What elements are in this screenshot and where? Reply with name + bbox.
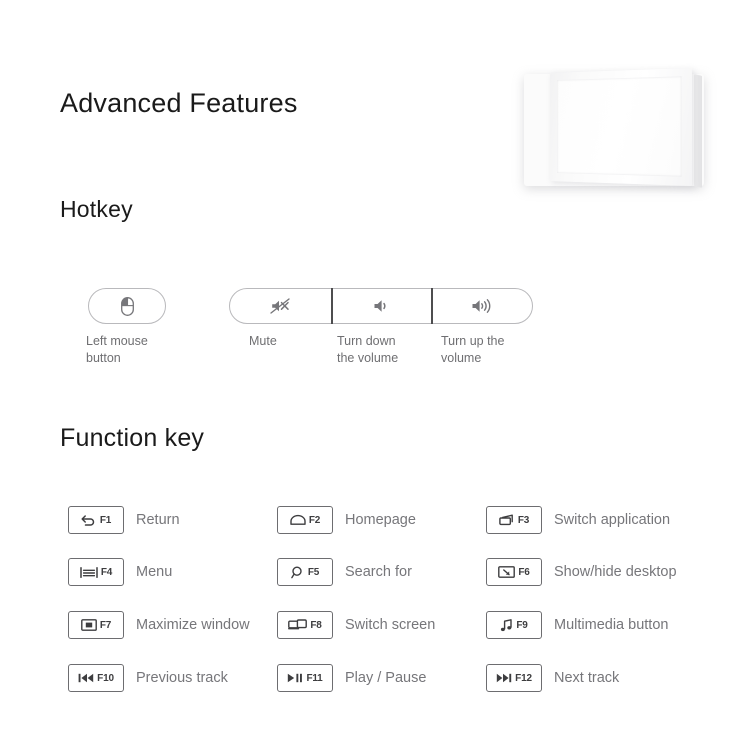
key-f1[interactable]: F1: [68, 506, 124, 534]
volume-down-icon: [371, 297, 391, 315]
function-key-item-f3[interactable]: F3 Switch application: [486, 506, 670, 534]
key-f9[interactable]: F9: [486, 611, 542, 639]
play-pause-icon: [287, 671, 303, 685]
function-key-section-heading: Function key: [60, 424, 205, 452]
key-f7-label: F7: [99, 619, 112, 631]
key-f12-label: F12: [515, 672, 532, 684]
function-key-f5-description: Search for: [345, 564, 412, 580]
function-key-item-f8[interactable]: F8 Switch screen: [277, 611, 435, 639]
function-key-f10-description: Previous track: [136, 670, 228, 686]
key-f5[interactable]: F5: [277, 558, 333, 586]
key-f12[interactable]: F12: [486, 664, 542, 692]
key-f2-label: F2: [308, 514, 321, 526]
page-title: Advanced Features: [60, 88, 298, 118]
hotkey-row: Left mouse button Mute Turn down the vol…: [0, 288, 750, 388]
switch-application-icon: [499, 513, 515, 527]
previous-track-icon: [78, 671, 94, 685]
function-key-f6-description: Show/hide desktop: [554, 564, 677, 580]
label-line-1: Turn up the: [441, 334, 505, 348]
key-f7[interactable]: F7: [68, 611, 124, 639]
key-f1-label: F1: [99, 514, 112, 526]
search-icon: [291, 565, 305, 579]
return-arrow-icon: [81, 513, 97, 527]
label-line-2: volume: [441, 351, 482, 365]
function-key-item-f7[interactable]: F7 Maximize window: [68, 611, 250, 639]
menu-icon: [80, 565, 98, 579]
key-f11[interactable]: F11: [277, 664, 333, 692]
key-f4[interactable]: F4: [68, 558, 124, 586]
home-icon: [290, 513, 306, 527]
key-f8-label: F8: [310, 619, 322, 631]
key-f3[interactable]: F3: [486, 506, 542, 534]
function-key-f9-description: Multimedia button: [554, 617, 669, 633]
function-key-f4-description: Menu: [136, 564, 173, 580]
hotkey-section-heading: Hotkey: [60, 196, 133, 222]
music-note-icon: [500, 618, 513, 632]
function-key-f11-description: Play / Pause: [345, 670, 427, 686]
function-key-item-f2[interactable]: F2 Homepage: [277, 506, 416, 534]
label-line-2: the volume: [337, 351, 399, 365]
volume-down-label: Turn down the volume: [337, 333, 433, 367]
volume-mute-icon: [269, 297, 291, 315]
product-image: [516, 62, 712, 194]
mute-label: Mute: [249, 333, 339, 350]
key-f10-label: F10: [97, 672, 114, 684]
left-mouse-button-label: Left mouse button: [86, 333, 186, 367]
function-key-f2-description: Homepage: [345, 512, 416, 528]
product-side-edge: [694, 74, 702, 188]
function-key-item-f9[interactable]: F9 Multimedia button: [486, 611, 668, 639]
volume-down-key[interactable]: [330, 288, 432, 324]
show-hide-desktop-icon: [498, 565, 516, 579]
label-line-1: Mute: [249, 334, 277, 348]
volume-up-label: Turn up the volume: [441, 333, 537, 367]
function-key-item-f11[interactable]: F11 Play / Pause: [277, 664, 426, 692]
function-key-item-f4[interactable]: F4 Menu: [68, 558, 172, 586]
next-track-icon: [496, 671, 512, 685]
volume-up-icon: [470, 297, 494, 315]
function-key-f3-description: Switch application: [554, 512, 671, 528]
key-f9-label: F9: [516, 619, 528, 631]
function-key-f12-description: Next track: [554, 670, 620, 686]
left-mouse-button-key[interactable]: [88, 288, 166, 324]
key-f5-label: F5: [307, 566, 320, 578]
function-key-item-f6[interactable]: F6 Show/hide desktop: [486, 558, 677, 586]
function-key-f1-description: Return: [136, 512, 180, 528]
volume-key-group: [229, 288, 533, 324]
function-key-item-f10[interactable]: F10 Previous track: [68, 664, 228, 692]
maximize-window-icon: [80, 618, 97, 632]
function-key-f8-description: Switch screen: [345, 617, 436, 633]
key-f6[interactable]: F6: [486, 558, 542, 586]
key-f6-label: F6: [518, 566, 530, 578]
product-screen: [557, 76, 682, 177]
key-f11-label: F11: [306, 672, 323, 684]
function-key-f7-description: Maximize window: [136, 617, 250, 633]
product-body: [550, 68, 692, 186]
key-f10[interactable]: F10: [68, 664, 124, 692]
switch-screen-icon: [288, 618, 308, 632]
volume-up-key[interactable]: [431, 288, 532, 324]
function-key-item-f1[interactable]: F1 Return: [68, 506, 180, 534]
label-line-1: Turn down: [337, 334, 396, 348]
mouse-left-button-icon: [118, 296, 136, 316]
key-f2[interactable]: F2: [277, 506, 333, 534]
label-line-2: button: [86, 351, 121, 365]
key-f8[interactable]: F8: [277, 611, 333, 639]
function-key-item-f12[interactable]: F12 Next track: [486, 664, 619, 692]
mute-key[interactable]: [230, 289, 331, 323]
key-f3-label: F3: [517, 514, 530, 526]
key-f4-label: F4: [100, 566, 113, 578]
function-key-item-f5[interactable]: F5 Search for: [277, 558, 412, 586]
label-line-1: Left mouse: [86, 334, 148, 348]
